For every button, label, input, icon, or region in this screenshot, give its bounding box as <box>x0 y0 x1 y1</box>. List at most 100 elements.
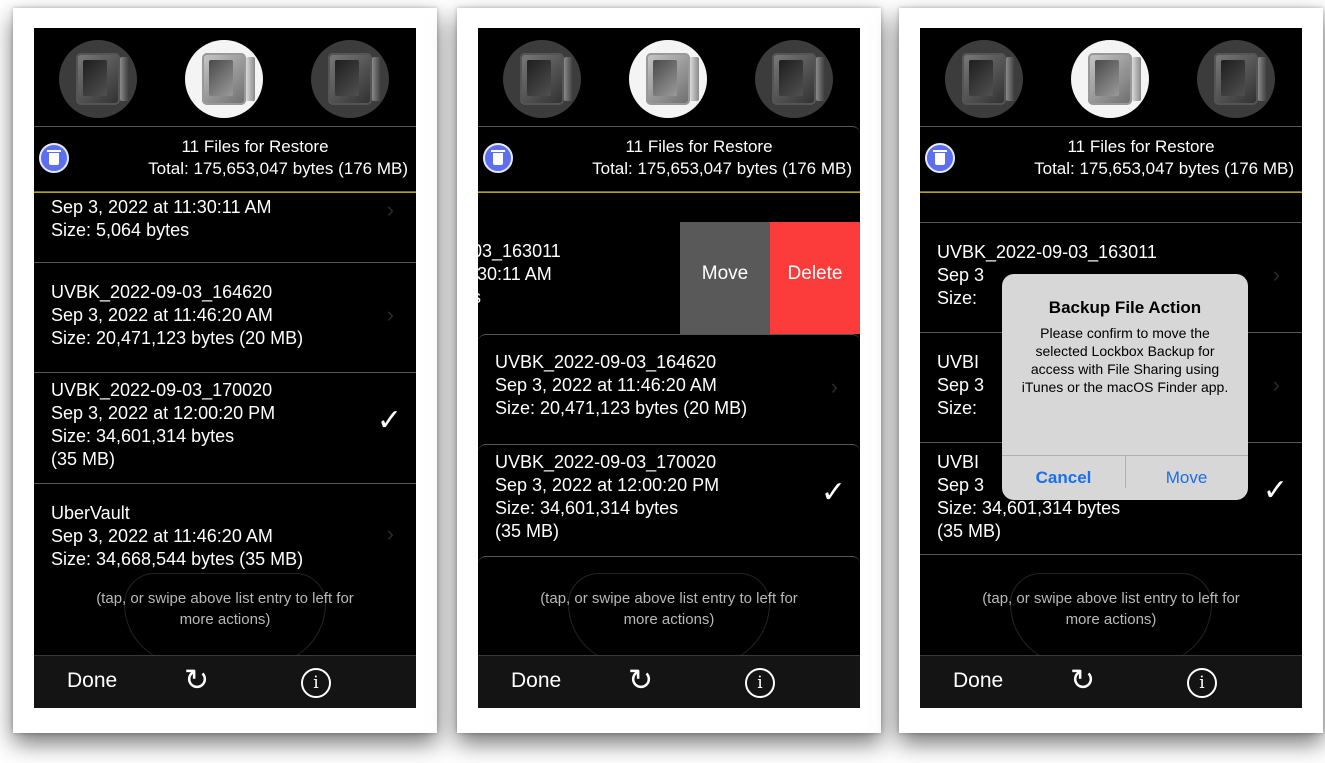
screen-3: 11 Files for Restore Total: 175,653,047 … <box>920 28 1302 708</box>
backup-date: Sep 3, 2022 at 11:46:20 AM <box>51 305 273 325</box>
backup-date: Sep 3, 2022 at 11:46:20 AM <box>51 526 273 546</box>
move-button[interactable]: Move <box>1125 456 1248 500</box>
chevron-right-icon: › <box>386 302 394 327</box>
backup-size: Size: 34,601,314 bytes <box>937 498 1121 518</box>
refresh-icon[interactable]: ↻ <box>184 663 209 698</box>
move-label: Move <box>701 263 749 284</box>
vault-selector <box>34 28 416 126</box>
files-count-title: 11 Files for Restore <box>181 137 329 156</box>
hint-line: more actions) <box>623 611 715 628</box>
backup-size: Size: 34,601,314 bytes <box>495 498 679 518</box>
backup-date: Sep 3, 2022 at 12:00:20 PM <box>51 403 276 423</box>
vault-2-button[interactable] <box>1071 40 1149 118</box>
alert-buttons: Cancel Move <box>1002 455 1248 500</box>
safe-icon <box>76 53 129 105</box>
safe-icon <box>202 53 255 105</box>
divider <box>34 192 416 193</box>
move-button[interactable]: Move <box>680 222 770 334</box>
backup-size: s <box>478 286 561 309</box>
cancel-button[interactable]: Cancel <box>1002 456 1126 488</box>
backup-date: Sep 3, 2022 at 11:46:20 AM <box>495 375 717 395</box>
vault-selector <box>920 28 1302 126</box>
done-button[interactable]: Done <box>511 669 561 693</box>
backup-list: 03_163011 :30:11 AM s › Move Delete UVBK… <box>478 194 860 574</box>
info-icon[interactable]: i <box>301 668 331 698</box>
backup-date: Sep 3 <box>937 375 985 395</box>
refresh-icon[interactable]: ↻ <box>628 663 653 698</box>
list-item[interactable] <box>478 556 860 574</box>
chevron-right-icon: › <box>830 374 838 399</box>
checkmark-icon: ✓ <box>820 476 846 509</box>
swipe-hint: (tap, or swipe above list entry to left … <box>34 588 416 630</box>
backup-date: Sep 3, 2022 at 11:30:11 AM <box>51 197 272 217</box>
safe-icon <box>1088 53 1141 105</box>
vault-3-button[interactable] <box>311 40 389 118</box>
done-button[interactable]: Done <box>953 669 1003 693</box>
alert-message: Please confirm to move the selected Lock… <box>1021 325 1229 395</box>
swipe-hint: (tap, or swipe above list entry to left … <box>920 588 1302 630</box>
restore-header: 11 Files for Restore Total: 175,653,047 … <box>34 126 416 193</box>
total-bytes: Total: 175,653,047 bytes (176 MB) <box>1034 159 1294 178</box>
checkmark-icon: ✓ <box>1262 474 1288 507</box>
chevron-right-icon: › <box>1272 372 1280 397</box>
phone-frame-2: 11 Files for Restore Total: 175,653,047 … <box>457 8 881 733</box>
backup-name: UVBI <box>937 352 980 372</box>
backup-size: Size: 20,471,123 bytes (20 MB) <box>495 398 748 418</box>
phone-frame-3: 11 Files for Restore Total: 175,653,047 … <box>899 8 1323 733</box>
checkmark-icon: ✓ <box>376 404 402 437</box>
list-item[interactable]: Sep 3, 2022 at 11:30:11 AM Size: 5,064 b… <box>34 194 416 262</box>
vault-1-button[interactable] <box>59 40 137 118</box>
backup-name: UVBK_2022-09-03_163011 <box>937 242 1157 262</box>
vault-1-button[interactable] <box>945 40 1023 118</box>
backup-size: Size: 20,471,123 bytes (20 MB) <box>51 328 304 348</box>
hint-line: (tap, or swipe above list entry to left … <box>96 590 354 607</box>
phone-frame-1: 11 Files for Restore Total: 175,653,047 … <box>13 8 437 733</box>
done-button[interactable]: Done <box>67 669 117 693</box>
list-item[interactable]: UVBK_2022-09-03_164620 Sep 3, 2022 at 11… <box>34 262 416 373</box>
info-icon[interactable]: i <box>745 668 775 698</box>
divider <box>478 192 860 193</box>
refresh-icon[interactable]: ↻ <box>1070 663 1095 698</box>
backup-date: Sep 3, 2022 at 12:00:20 PM <box>495 475 720 495</box>
restore-header: 11 Files for Restore Total: 175,653,047 … <box>478 126 860 193</box>
safe-icon <box>962 53 1015 105</box>
delete-button[interactable]: Delete <box>770 222 860 334</box>
backup-size: Size: <box>937 398 978 418</box>
divider <box>920 192 1302 193</box>
backup-name: UberVault <box>51 503 130 523</box>
backup-name: UVBK_2022-09-03_164620 <box>51 282 273 302</box>
list-item-swiped[interactable]: 03_163011 :30:11 AM s › Move Delete <box>478 222 860 334</box>
files-count-title: 11 Files for Restore <box>1067 137 1215 156</box>
backup-action-alert: Backup File Action Please confirm to mov… <box>1002 274 1248 500</box>
list-item[interactable]: UVBK_2022-09-03_170020 Sep 3, 2022 at 12… <box>34 372 416 483</box>
safe-icon <box>646 53 699 105</box>
alert-title: Backup File Action <box>1048 298 1202 317</box>
swiped-row-content: 03_163011 :30:11 AM s › <box>478 222 698 334</box>
vault-1-button[interactable] <box>503 40 581 118</box>
hint-line: (tap, or swipe above list entry to left … <box>540 590 798 607</box>
backup-size: Size: 34,668,544 bytes (35 MB) <box>51 549 304 569</box>
backup-name: 03_163011 <box>478 241 561 261</box>
backup-list: Sep 3, 2022 at 11:30:11 AM Size: 5,064 b… <box>34 194 416 574</box>
total-bytes: Total: 175,653,047 bytes (176 MB) <box>148 159 408 178</box>
total-bytes: Total: 175,653,047 bytes (176 MB) <box>592 159 852 178</box>
backup-name: UVBK_2022-09-03_170020 <box>495 452 717 472</box>
list-item[interactable] <box>920 554 1302 574</box>
chevron-right-icon: › <box>1272 262 1280 287</box>
backup-name: UVBK_2022-09-03_164620 <box>495 352 717 372</box>
screen-1: 11 Files for Restore Total: 175,653,047 … <box>34 28 416 708</box>
list-item[interactable]: UVBK_2022-09-03_170020 Sep 3, 2022 at 12… <box>478 444 860 556</box>
vault-2-button[interactable] <box>629 40 707 118</box>
info-icon[interactable]: i <box>1187 668 1217 698</box>
vault-3-button[interactable] <box>1197 40 1275 118</box>
bottom-toolbar: Done ↻ i <box>920 655 1302 708</box>
vault-3-button[interactable] <box>755 40 833 118</box>
list-item[interactable]: UVBK_2022-09-03_164620 Sep 3, 2022 at 11… <box>478 334 860 442</box>
bottom-toolbar: Done ↻ i <box>478 655 860 708</box>
backup-date: :30:11 AM <box>478 264 552 284</box>
vault-2-button[interactable] <box>185 40 263 118</box>
safe-icon <box>772 53 825 105</box>
swipe-hint: (tap, or swipe above list entry to left … <box>478 588 860 630</box>
backup-size-mb: (35 MB) <box>51 449 116 469</box>
list-item[interactable]: UberVault Sep 3, 2022 at 11:46:20 AM Siz… <box>34 483 416 574</box>
